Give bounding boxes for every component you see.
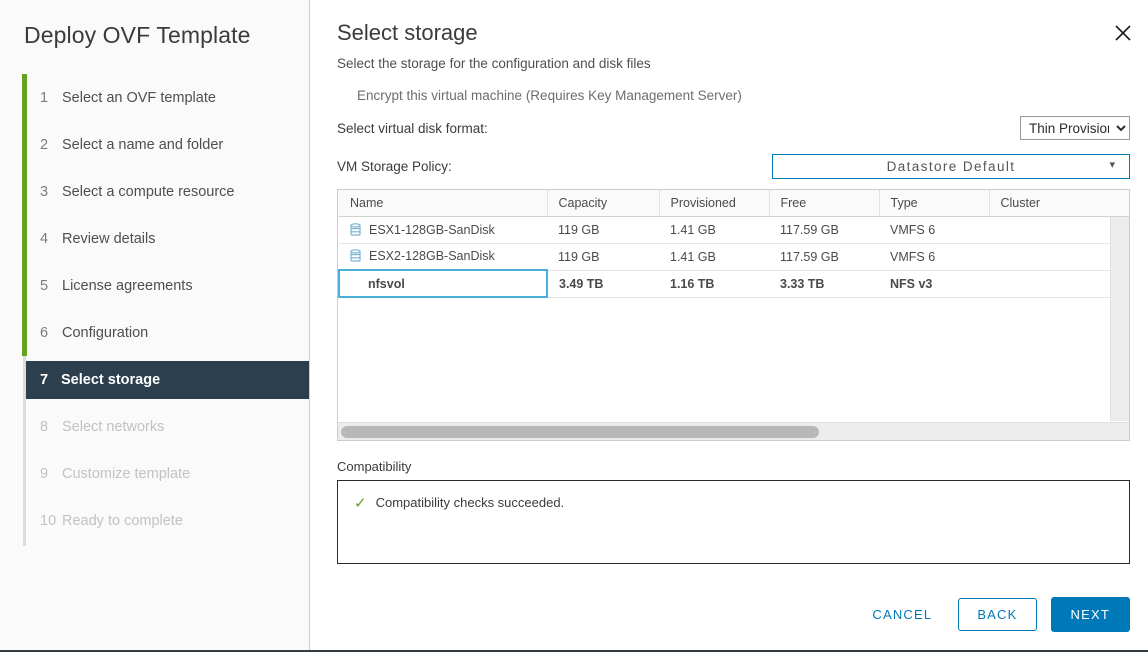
cell-cluster <box>989 270 1129 298</box>
step-label: License agreements <box>62 277 193 294</box>
cell-capacity: 119 GB <box>547 216 659 244</box>
datastore-name: nfsvol <box>368 276 405 291</box>
horizontal-scrollbar[interactable] <box>338 422 1129 440</box>
cell-free: 117.59 GB <box>769 243 879 271</box>
table-row[interactable]: ESX1-128GB-SanDisk 119 GB 1.41 GB 117.59 GB… <box>339 216 1129 244</box>
cell-free: 117.59 GB <box>769 216 879 244</box>
step-number: 9 <box>40 465 49 482</box>
step-number: 1 <box>40 89 49 106</box>
wizard-title: Deploy OVF Template <box>24 22 251 48</box>
cell-provisioned: 1.41 GB <box>659 216 769 244</box>
cell-free: 3.33 TB <box>769 270 879 298</box>
step-label: Select storage <box>61 371 161 388</box>
wizard-step-list: 1 Select an OVF template 2 Select a name an… <box>0 74 309 546</box>
step-number: 10 <box>40 512 57 529</box>
cell-provisioned: 1.41 GB <box>659 243 769 271</box>
step-number: 5 <box>40 277 49 294</box>
step-number: 2 <box>40 136 49 153</box>
cell-name: ESX1-128GB-SanDisk <box>339 216 547 244</box>
table-header: Name Capacity Provisioned Free Type Cluster <box>339 190 1129 217</box>
step-label: Select a compute resource <box>62 183 235 200</box>
chevron-down-icon: ▾ <box>1109 158 1115 171</box>
storage-policy-row: VM Storage Policy: Datastore Default ▾ <box>310 153 1148 179</box>
wizard-step-customize-template: 9 Customize template <box>0 450 190 497</box>
table-row[interactable]: ESX2-128GB-SanDisk 119 GB 1.41 GB 117.59 GB… <box>339 243 1129 271</box>
cell-type: NFS v3 <box>879 270 989 298</box>
datastore-icon <box>349 276 360 291</box>
wizard-footer: CANCEL BACK NEXT <box>860 597 1130 632</box>
step-label: Configuration <box>62 324 149 341</box>
page-subtitle: Select the storage for the configuration… <box>337 56 651 71</box>
encrypt-vm-option[interactable]: Encrypt this virtual machine (Requires K… <box>310 71 1148 103</box>
back-button[interactable]: BACK <box>958 598 1037 631</box>
wizard-step-select-networks: 8 Select networks <box>0 403 164 450</box>
wizard-step-ready-to-complete: 10 Ready to complete <box>0 497 183 544</box>
wizard-step-review-details[interactable]: 4 Review details <box>0 215 156 262</box>
cell-capacity: 119 GB <box>547 243 659 271</box>
page-title: Select storage <box>337 20 478 45</box>
step-label: Select a name and folder <box>62 136 224 153</box>
cell-capacity: 3.49 TB <box>547 270 659 298</box>
datastore-name: ESX2-128GB-SanDisk <box>369 249 495 264</box>
wizard-step-license-agreements[interactable]: 5 License agreements <box>0 262 193 309</box>
disk-format-select[interactable]: Thin ProvisionThick Provision Lazy Zeroe… <box>1020 116 1130 140</box>
step-label: Select networks <box>62 418 165 435</box>
column-header-free[interactable]: Free <box>769 190 880 217</box>
horizontal-scrollbar-thumb[interactable] <box>341 426 819 438</box>
check-icon: ✓ <box>354 495 367 512</box>
storage-policy-select[interactable]: Datastore Default ▾ <box>772 153 1130 179</box>
compatibility-message: Compatibility checks succeeded. <box>375 495 565 510</box>
cell-type: VMFS 6 <box>879 243 989 271</box>
deploy-ovf-template-dialog: Deploy OVF Template 1 Select an OVF templ… <box>0 0 1148 652</box>
datastore-name: ESX1-128GB-SanDisk <box>369 222 495 237</box>
cancel-button[interactable]: CANCEL <box>860 599 944 630</box>
step-number: 4 <box>40 230 49 247</box>
table-row[interactable]: nfsvol 3.49 TB 1.16 TB 3.33 TB NFS v3 <box>338 269 1129 298</box>
storage-policy-value: Datastore Default <box>886 158 1016 174</box>
table-header-row: Name Capacity Provisioned Free Type Cluster <box>339 190 1129 217</box>
table-body: ESX1-128GB-SanDisk 119 GB 1.41 GB 117.59 GB… <box>338 216 1129 298</box>
step-number: 8 <box>40 418 49 435</box>
column-header-capacity[interactable]: Capacity <box>547 190 660 217</box>
disk-format-row: Select virtual disk format: Thin Provisi… <box>310 115 1148 141</box>
cell-provisioned: 1.16 TB <box>659 270 769 298</box>
column-header-name[interactable]: Name <box>339 190 548 217</box>
wizard-step-select-an-ovf-template[interactable]: 1 Select an OVF template <box>0 74 216 121</box>
wizard-step-configuration[interactable]: 6 Configuration <box>0 309 148 356</box>
column-header-cluster[interactable]: Cluster <box>989 190 1129 217</box>
wizard-step-select-storage[interactable]: 7 Select storage <box>26 360 309 399</box>
vertical-scrollbar[interactable] <box>1110 217 1129 421</box>
datastore-icon <box>350 222 361 237</box>
column-header-type[interactable]: Type <box>879 190 990 217</box>
step-label: Select an OVF template <box>62 89 216 106</box>
storage-policy-label: VM Storage Policy: <box>337 158 452 174</box>
compatibility-label: Compatibility <box>337 459 412 474</box>
datastore-icon <box>350 249 361 263</box>
column-header-provisioned[interactable]: Provisioned <box>659 190 770 217</box>
wizard-step-select-a-name-and-folder[interactable]: 2 Select a name and folder <box>0 121 223 168</box>
next-button[interactable]: NEXT <box>1050 597 1130 632</box>
wizard-sidebar: Deploy OVF Template 1 Select an OVF templ… <box>0 0 310 650</box>
cell-cluster <box>989 216 1129 244</box>
step-number: 7 <box>40 371 49 388</box>
wizard-main-panel: Select storage Select the storage for th… <box>310 0 1148 650</box>
step-number: 3 <box>40 183 49 200</box>
datastore-table-container: Name Capacity Provisioned Free Type Cluster E… <box>337 189 1130 441</box>
cell-name: nfsvol <box>338 269 548 298</box>
compatibility-panel: ✓ Compatibility checks succeeded. <box>337 480 1130 564</box>
cell-cluster <box>989 243 1129 271</box>
step-label: Review details <box>62 230 156 247</box>
datastore-table: Name Capacity Provisioned Free Type Cluster E… <box>338 190 1129 298</box>
cell-type: VMFS 6 <box>879 216 989 244</box>
step-label: Customize template <box>62 465 191 482</box>
disk-format-label: Select virtual disk format: <box>337 120 488 136</box>
wizard-step-select-a-compute-resource[interactable]: 3 Select a compute resource <box>0 168 234 215</box>
step-label: Ready to complete <box>62 512 183 529</box>
step-number: 6 <box>40 324 49 341</box>
cell-name: ESX2-128GB-SanDisk <box>339 243 547 271</box>
close-icon[interactable] <box>1110 20 1136 46</box>
